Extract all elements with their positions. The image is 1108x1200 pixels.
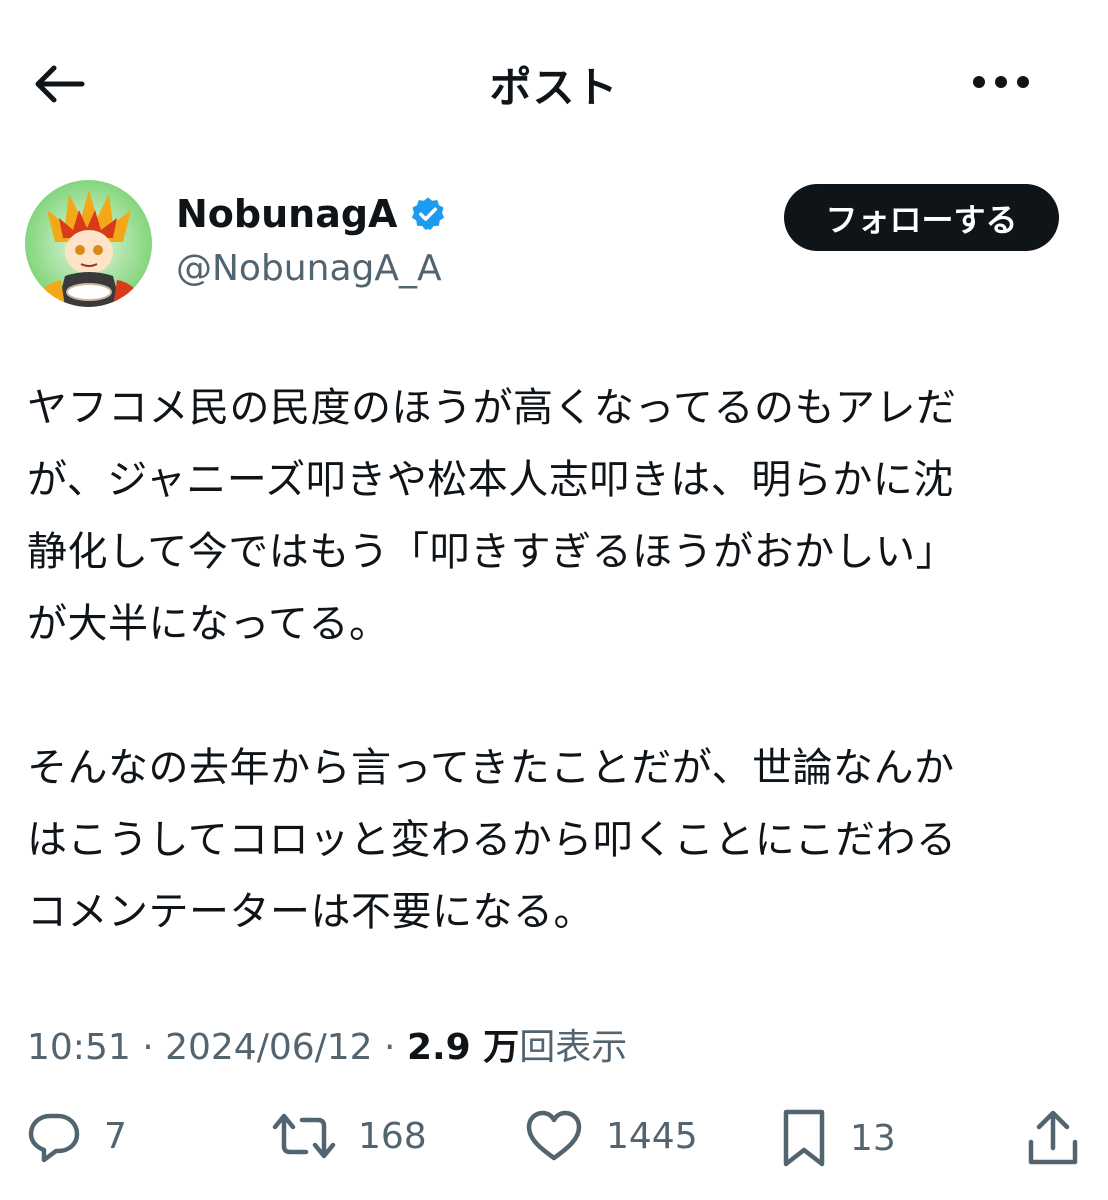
action-bar: 7 168 1445 13 bbox=[0, 1100, 1108, 1180]
bookmark-count: 13 bbox=[850, 1117, 896, 1159]
meta-separator: · bbox=[372, 1027, 407, 1068]
like-button[interactable]: 1445 bbox=[524, 1108, 698, 1164]
repost-button[interactable]: 168 bbox=[272, 1108, 427, 1164]
heart-icon bbox=[526, 1110, 582, 1161]
post-paragraph-1: ヤフコメ民の民度のほうが高くなってるのもアレだ が、ジャニーズ叩きや松本人志叩き… bbox=[27, 385, 957, 647]
ellipsis-icon bbox=[973, 76, 1029, 88]
post-date[interactable]: 2024/06/12 bbox=[165, 1027, 373, 1068]
post-time[interactable]: 10:51 bbox=[27, 1027, 131, 1068]
reply-button[interactable]: 7 bbox=[26, 1108, 127, 1164]
post-meta: 10:51 · 2024/06/12 · 2.9 万回表示 bbox=[27, 1018, 627, 1070]
repost-icon bbox=[272, 1113, 336, 1159]
reply-count: 7 bbox=[104, 1115, 127, 1157]
like-count: 1445 bbox=[606, 1115, 698, 1157]
bookmark-button[interactable]: 13 bbox=[780, 1108, 896, 1168]
share-button[interactable] bbox=[1026, 1108, 1080, 1168]
author-handle[interactable]: @NobunagA_A bbox=[176, 248, 442, 289]
verified-badge-icon bbox=[412, 197, 445, 231]
reply-icon bbox=[28, 1113, 80, 1163]
more-options-button[interactable] bbox=[966, 58, 1036, 106]
views-label: 回表示 bbox=[519, 1027, 628, 1068]
top-bar: ポスト bbox=[0, 0, 1108, 165]
post-detail-page: ポスト NobunagA @NobunagA_A フォローする ヤフコメ民の民度… bbox=[0, 0, 1108, 1200]
post-text: ヤフコメ民の民度のほうが高くなってるのもアレだ が、ジャニーズ叩きや松本人志叩き… bbox=[27, 372, 1087, 948]
views-count[interactable]: 2.9 万 bbox=[407, 1027, 519, 1068]
avatar-image bbox=[25, 180, 152, 307]
display-name: NobunagA bbox=[176, 192, 398, 236]
page-title: ポスト bbox=[489, 63, 619, 112]
meta-separator: · bbox=[130, 1027, 166, 1068]
follow-button[interactable]: フォローする bbox=[784, 184, 1059, 251]
share-icon bbox=[1028, 1110, 1078, 1165]
bookmark-icon bbox=[783, 1109, 825, 1167]
avatar[interactable] bbox=[25, 180, 152, 307]
repost-count: 168 bbox=[358, 1115, 427, 1157]
author-name-row[interactable]: NobunagA bbox=[176, 192, 447, 236]
post-paragraph-2: そんなの去年から言ってきたことだが、世論なんか はこうしてコロッと変わるから叩く… bbox=[27, 745, 957, 935]
